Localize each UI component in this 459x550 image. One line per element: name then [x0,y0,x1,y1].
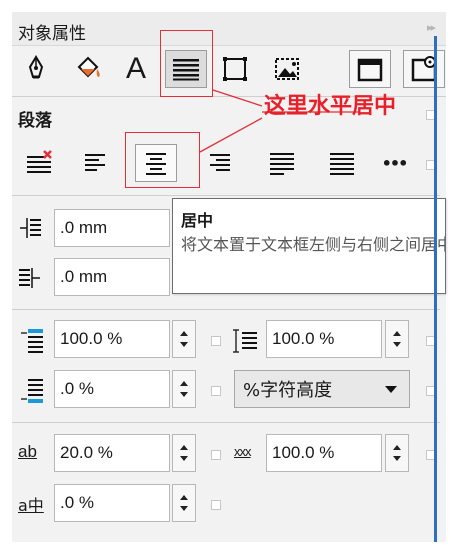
stepper-down-icon[interactable] [180,392,188,397]
spacing-divider [12,422,440,423]
stepper-down-icon[interactable] [180,342,188,347]
stepper-up-icon[interactable] [180,495,188,500]
language-spacing-icon: a中 [18,496,44,515]
character-spacing-icon: ab [18,442,37,461]
stepper-down-icon[interactable] [180,506,188,511]
paragraph-before-spacing-stepper[interactable] [172,320,196,358]
first-line-indent-icon [18,216,42,244]
character-spacing-input[interactable]: 20.0 % [54,434,170,472]
annotation-label: 这里水平居中 [264,94,397,119]
word-spacing-input[interactable]: 100.0 % [266,434,382,472]
spacing-unit-dropdown[interactable]: %字符高度 [234,370,410,408]
first-line-indent-input[interactable]: .0 mm [54,209,170,247]
tooltip: 居中 将文本置于文本框左侧与右侧之间居中位置。 [172,198,446,294]
character-spacing-checkbox[interactable] [211,450,221,460]
stepper-up-icon[interactable] [180,445,188,450]
language-spacing-input[interactable]: .0 % [54,484,170,522]
paragraph-before-spacing-input[interactable]: 100.0 % [54,320,170,358]
paragraph-after-spacing-input[interactable]: .0 % [54,370,170,408]
spacing-unit-value: %字符高度 [243,380,333,401]
chevron-down-icon [385,386,397,393]
word-spacing-icon: xxx [234,444,251,459]
paragraph-after-spacing-icon [20,378,44,408]
stepper-down-icon[interactable] [393,342,401,347]
left-indent-icon [18,266,42,294]
paragraph-after-spacing-checkbox[interactable] [211,386,221,396]
word-spacing-stepper[interactable] [385,434,409,472]
paragraph-before-spacing-icon [20,328,44,358]
language-spacing-stepper[interactable] [172,484,196,522]
line-spacing-input[interactable]: 100.0 % [266,320,382,358]
character-spacing-stepper[interactable] [172,434,196,472]
left-indent-input[interactable]: .0 mm [54,258,170,296]
stepper-up-icon[interactable] [393,445,401,450]
stepper-up-icon[interactable] [180,381,188,386]
tooltip-body: 将文本置于文本框左侧与右侧之间居中位置。 [181,235,445,254]
stepper-up-icon[interactable] [393,331,401,336]
stepper-down-icon[interactable] [180,456,188,461]
line-spacing-stepper[interactable] [385,320,409,358]
stepper-up-icon[interactable] [180,331,188,336]
language-spacing-checkbox[interactable] [211,500,221,510]
indent-divider [12,309,440,310]
line-spacing-icon [232,328,258,358]
paragraph-after-spacing-stepper[interactable] [172,370,196,408]
paragraph-before-spacing-checkbox[interactable] [211,336,221,346]
stepper-down-icon[interactable] [393,456,401,461]
panel-scrollbar[interactable] [434,36,437,542]
object-properties-panel: 对象属性 ▸▸ A 段落 ••• 这里水平居中 .0 mm .0 mm 居中 将… [12,12,446,542]
tooltip-title: 居中 [181,211,214,230]
